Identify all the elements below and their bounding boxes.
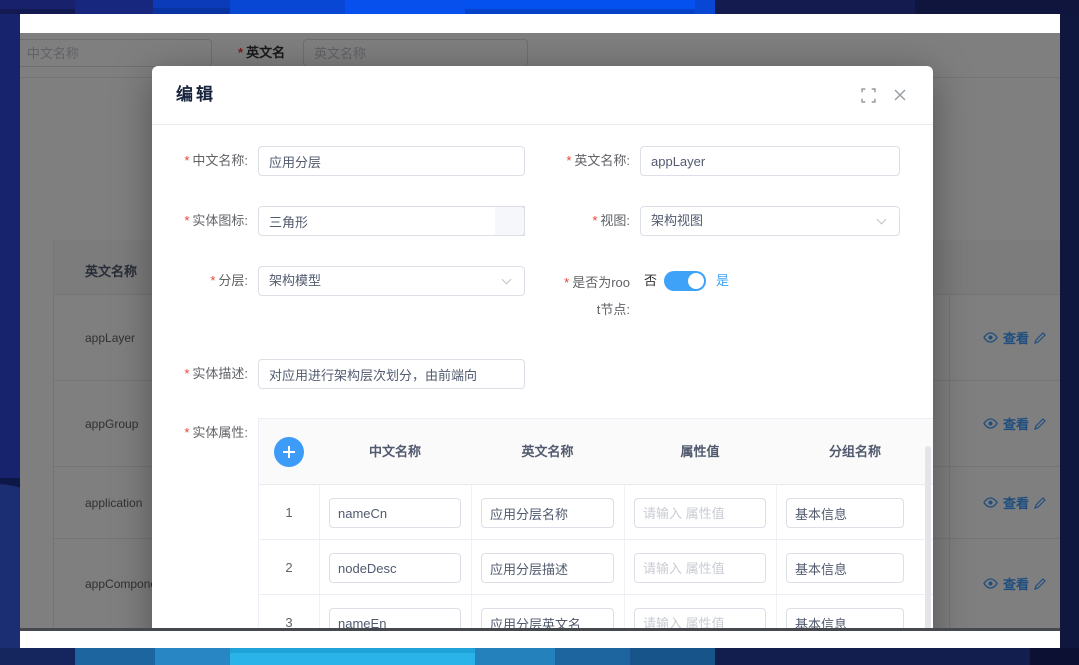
attribute-row: 3 bbox=[259, 595, 933, 628]
attribute-row: 2 bbox=[259, 540, 933, 595]
chevron-down-icon bbox=[502, 275, 512, 285]
dialog-header: 编辑 bbox=[152, 66, 933, 125]
attr-cn-input[interactable] bbox=[329, 498, 461, 528]
attr-en-input[interactable] bbox=[481, 498, 614, 528]
is-root-off-label: 否 bbox=[644, 266, 657, 296]
close-icon bbox=[893, 88, 907, 102]
app-viewport: *英文名 英文名称 appLayer appGroup application … bbox=[20, 33, 1060, 628]
entity-icon-label: *实体图标: bbox=[152, 206, 248, 236]
app-bottom-edge bbox=[20, 628, 1060, 631]
attribute-table: 中文名称 英文名称 属性值 分组名称 1 2 bbox=[258, 418, 933, 628]
row-number: 2 bbox=[259, 540, 319, 595]
fullscreen-icon bbox=[861, 88, 876, 103]
plus-icon bbox=[282, 445, 296, 459]
is-root-on-label: 是 bbox=[716, 266, 729, 296]
attr-col-cn-name: 中文名称 bbox=[319, 419, 471, 485]
add-attribute-button[interactable] bbox=[274, 437, 304, 467]
attr-en-input[interactable] bbox=[481, 553, 614, 583]
chevron-down-icon bbox=[877, 215, 887, 225]
attr-col-value: 属性值 bbox=[624, 419, 776, 485]
fullscreen-button[interactable] bbox=[861, 88, 877, 104]
en-name-label: *英文名称: bbox=[540, 146, 630, 176]
attr-value-input[interactable] bbox=[634, 498, 766, 528]
attribute-table-header: 中文名称 英文名称 属性值 分组名称 bbox=[259, 419, 933, 485]
attr-group-input[interactable] bbox=[786, 608, 904, 628]
layer-label: *分层: bbox=[152, 266, 248, 296]
app-window: *英文名 英文名称 appLayer appGroup application … bbox=[20, 14, 1060, 648]
cn-name-label: *中文名称: bbox=[152, 146, 248, 176]
cn-name-input[interactable] bbox=[258, 146, 525, 176]
deco-right-strip bbox=[1060, 14, 1079, 648]
is-root-toggle[interactable] bbox=[664, 271, 706, 291]
entity-desc-input[interactable] bbox=[258, 359, 525, 389]
is-root-label: *是否为roo t节点: bbox=[540, 269, 630, 323]
entity-icon-append-button[interactable] bbox=[495, 206, 525, 236]
toggle-knob bbox=[688, 273, 704, 289]
attr-cn-input[interactable] bbox=[329, 608, 461, 628]
dialog-title: 编辑 bbox=[176, 66, 216, 124]
row-number: 1 bbox=[259, 485, 319, 540]
attr-group-input[interactable] bbox=[786, 498, 904, 528]
page: *英文名 英文名称 appLayer appGroup application … bbox=[0, 0, 1079, 665]
edit-dialog: 编辑 *中文名称: *英文名称: bbox=[152, 66, 933, 628]
view-label: *视图: bbox=[540, 206, 630, 236]
en-name-input[interactable] bbox=[640, 146, 900, 176]
entity-icon-input[interactable] bbox=[258, 206, 525, 236]
attr-en-input[interactable] bbox=[481, 608, 614, 628]
attr-cn-input[interactable] bbox=[329, 553, 461, 583]
attr-col-group: 分组名称 bbox=[776, 419, 933, 485]
modal-scrollbar[interactable] bbox=[925, 446, 931, 628]
view-select[interactable]: 架构视图 bbox=[640, 206, 900, 236]
attr-group-input[interactable] bbox=[786, 553, 904, 583]
attr-col-en-name: 英文名称 bbox=[471, 419, 624, 485]
attribute-row: 1 bbox=[259, 485, 933, 540]
row-number: 3 bbox=[259, 595, 319, 628]
entity-attrs-label: *实体属性: bbox=[152, 418, 248, 448]
deco-left-strip bbox=[0, 14, 20, 648]
layer-select[interactable]: 架构模型 bbox=[258, 266, 525, 296]
attr-value-input[interactable] bbox=[634, 553, 766, 583]
close-button[interactable] bbox=[893, 88, 909, 104]
attr-value-input[interactable] bbox=[634, 608, 766, 628]
entity-desc-label: *实体描述: bbox=[152, 359, 248, 389]
